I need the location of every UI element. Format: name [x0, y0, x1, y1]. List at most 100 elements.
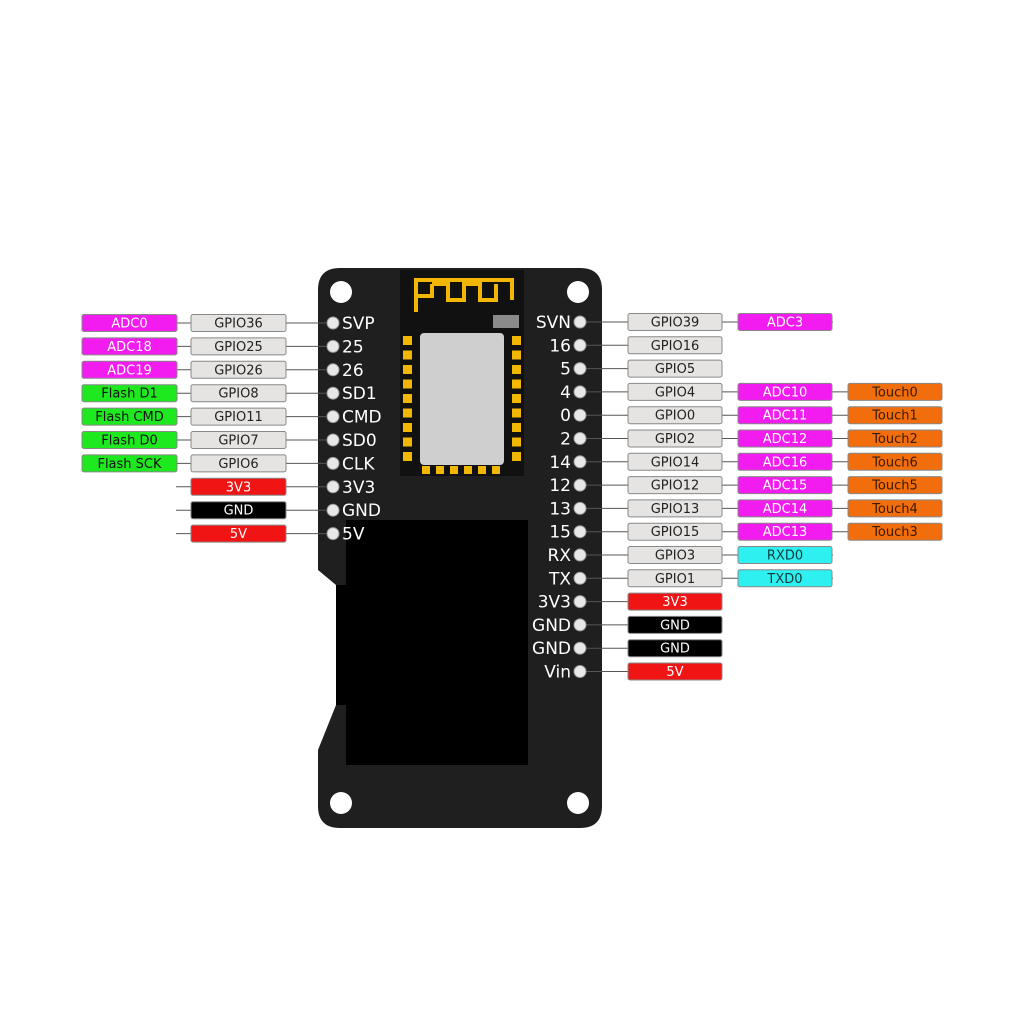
pin-label: 25 — [342, 337, 364, 357]
tag-label: Flash D0 — [101, 434, 157, 449]
right-pin-gnd: GND GND — [532, 639, 723, 659]
pin-label: 2 — [560, 430, 571, 450]
pin-pad — [326, 316, 340, 330]
tag-label: GND — [224, 504, 254, 519]
pin-tag-adc16: ADC16 — [737, 452, 833, 471]
tag-label: GPIO3 — [655, 549, 695, 564]
pin-pad — [326, 503, 340, 517]
module-pad — [512, 452, 521, 461]
mount-hole-bottom-left — [330, 792, 352, 814]
tag-label: ADC14 — [763, 502, 808, 517]
pin-tag-adc11: ADC11 — [737, 406, 833, 425]
pin-tag-gpio11: GPIO11 — [190, 407, 287, 426]
pin-pad — [573, 548, 587, 562]
tag-label: ADC0 — [111, 317, 147, 332]
esp32-module — [400, 270, 524, 476]
pin-tag-gpio14: GPIO14 — [627, 452, 723, 471]
pin-tag-gpio16: GPIO16 — [627, 336, 723, 355]
tag-label: GPIO7 — [218, 434, 258, 449]
tag-label: Touch3 — [871, 525, 918, 540]
pin-tag-gpio36: GPIO36 — [190, 314, 287, 332]
tag-label: GPIO1 — [655, 572, 695, 587]
oled-screen — [346, 520, 528, 765]
pin-label: TX — [548, 569, 571, 589]
pin-tag-rxd0: RXD0 — [737, 546, 833, 564]
left-pin-gnd: GND GND — [176, 501, 381, 521]
tag-label: GPIO6 — [218, 457, 258, 472]
tag-label: ADC13 — [763, 525, 808, 540]
tag-label: GPIO14 — [651, 455, 700, 470]
tag-label: GPIO15 — [651, 525, 700, 540]
pin-tag-flash-d1: Flash D1 — [81, 384, 178, 403]
tag-label: 3V3 — [226, 480, 251, 495]
tag-label: GPIO8 — [218, 387, 258, 402]
pin-tag-gpio26: GPIO26 — [190, 360, 287, 379]
pin-label: GND — [532, 639, 571, 659]
pin-tag-adc18: ADC18 — [81, 337, 178, 356]
pin-label: Vin — [544, 663, 571, 683]
module-pad — [403, 379, 412, 389]
pin-label: SD0 — [342, 431, 377, 451]
module-pad — [403, 408, 412, 418]
pin-pad — [326, 527, 340, 541]
pin-label: 0 — [560, 406, 571, 426]
pin-label: SVP — [342, 314, 375, 334]
pin-tag-flash-d0: Flash D0 — [81, 431, 178, 449]
pin-pad — [573, 385, 587, 399]
pin-tag-touch0: Touch0 — [847, 382, 943, 401]
pin-pad — [573, 408, 587, 422]
tag-label: 5V — [666, 665, 683, 680]
pin-pad — [573, 595, 587, 609]
tag-label: GPIO25 — [214, 340, 263, 355]
pin-pad — [326, 433, 340, 447]
pin-pad — [573, 478, 587, 492]
pin-label: 13 — [549, 499, 571, 519]
pin-pad — [573, 571, 587, 585]
pin-pad — [573, 315, 587, 329]
tag-label: Touch0 — [871, 385, 918, 400]
tag-label: TXD0 — [766, 572, 802, 587]
right-pin-14: 14 GPIO14 ADC16 Touch6 — [549, 452, 943, 473]
pin-tag-gpio3: GPIO3 — [627, 546, 723, 564]
pin-pad — [573, 618, 587, 632]
pin-tag-gpio7: GPIO7 — [190, 431, 287, 449]
tag-label: GPIO4 — [655, 385, 695, 400]
pin-tag-5v: 5V — [190, 524, 287, 543]
pin-label: 26 — [342, 361, 364, 381]
module-pad — [512, 394, 521, 403]
tag-label: Touch5 — [871, 479, 918, 494]
pin-pad — [573, 525, 587, 539]
pin-tag-gnd: GND — [627, 615, 723, 634]
tag-label: ADC12 — [763, 432, 808, 447]
tag-label: ADC3 — [767, 316, 803, 331]
pin-pad — [326, 456, 340, 470]
pin-pad — [326, 386, 340, 400]
tag-label: GPIO16 — [651, 339, 700, 354]
pin-tag-gpio6: GPIO6 — [190, 454, 287, 473]
pin-tag-gpio25: GPIO25 — [190, 337, 287, 356]
tag-label: ADC15 — [763, 479, 808, 494]
screen-edge — [336, 585, 348, 705]
tag-label: Touch2 — [871, 432, 918, 447]
tag-label: Touch1 — [871, 409, 918, 424]
pin-pad — [326, 410, 340, 424]
tag-label: GPIO5 — [655, 362, 695, 377]
pin-tag-gnd: GND — [190, 501, 287, 520]
right-pin-0: 0 GPIO0 ADC11 Touch1 — [560, 406, 943, 426]
pin-tag-flash-sck: Flash SCK — [81, 454, 178, 473]
tag-label: Touch4 — [871, 502, 918, 517]
pin-label: 15 — [549, 523, 571, 543]
pin-label: GND — [532, 616, 571, 636]
module-pad — [403, 394, 412, 403]
pin-tag-gpio15: GPIO15 — [627, 522, 723, 541]
pin-tag-adc13: ADC13 — [737, 522, 833, 541]
right-pin-15: 15 GPIO15 ADC13 Touch3 — [549, 522, 943, 543]
module-pad — [403, 336, 412, 345]
pin-tag-gnd: GND — [627, 639, 723, 658]
module-pad — [512, 437, 521, 447]
module-pad — [512, 365, 521, 374]
pin-tag-gpio5: GPIO5 — [627, 359, 723, 378]
pin-tag-touch3: Touch3 — [847, 522, 943, 541]
pin-tag-flash-cmd: Flash CMD — [81, 407, 178, 426]
module-shield-label — [493, 315, 519, 328]
